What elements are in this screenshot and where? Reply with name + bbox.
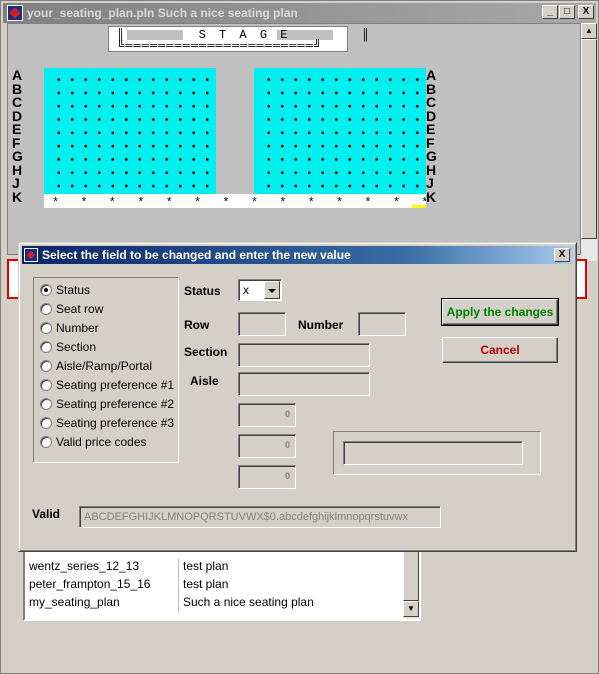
price-codes-group (333, 431, 541, 475)
dialog-titlebar[interactable]: Select the field to be changed and enter… (22, 246, 573, 264)
pref-3-field[interactable]: 0 (238, 465, 296, 489)
seat-block-left[interactable] (44, 68, 216, 194)
radio-icon[interactable] (40, 379, 52, 391)
number-field[interactable] (358, 312, 406, 336)
close-button[interactable]: X (578, 5, 594, 19)
radio-number[interactable]: Number (40, 320, 99, 336)
radio-icon[interactable] (40, 436, 52, 448)
row-label: Row (184, 318, 210, 332)
cancel-button[interactable]: Cancel (442, 337, 558, 363)
section-label: Section (184, 345, 228, 359)
radio-section[interactable]: Section (40, 339, 96, 355)
list-item[interactable]: peter_frampton_15_16 test plan (29, 577, 228, 595)
radio-price-codes[interactable]: Valid price codes (40, 434, 147, 450)
row-k-seats[interactable]: * * * * * * * * * * * * * * * * * * * * (44, 194, 426, 208)
pref-2-field[interactable]: 0 (238, 434, 296, 458)
price-codes-field[interactable] (343, 441, 523, 465)
radio-icon[interactable] (40, 322, 52, 334)
valid-codes-field[interactable]: ABCDEFGHIJKLMNOPQRSTUVWX$0.abcdefghijklm… (79, 506, 441, 528)
list-scroll-down-button[interactable]: ▼ (403, 601, 419, 617)
valid-label: Valid (32, 507, 61, 521)
dialog-app-icon (24, 248, 38, 262)
selected-seat-marker (412, 205, 426, 208)
stage: ║ S T A G E ║ ╚═══════════════════════╝ (108, 26, 369, 53)
scroll-up-button[interactable]: ▲ (581, 23, 597, 39)
chevron-down-icon[interactable] (264, 281, 280, 299)
maximize-button[interactable]: □ (559, 5, 575, 19)
list-item[interactable]: wentz_series_12_13 test plan (29, 559, 228, 577)
radio-icon[interactable] (40, 303, 52, 315)
radio-selected-icon[interactable] (40, 284, 52, 296)
app-icon (7, 5, 23, 21)
row-labels-left: ABCDEFGHJK (12, 67, 23, 205)
radio-icon[interactable] (40, 398, 52, 410)
minimize-button[interactable]: _ (542, 5, 558, 19)
plan-list[interactable]: wentz_series_12_13 test plan peter_frampt… (23, 541, 421, 621)
apply-changes-button[interactable]: Apply the changes (441, 298, 559, 326)
seat-block-right[interactable] (254, 68, 426, 194)
radio-status[interactable]: Status (40, 282, 90, 298)
list-scroll-thumb[interactable] (403, 547, 419, 601)
list-scrollbar[interactable]: ▼ (403, 543, 419, 619)
aisle-label: Aisle (190, 374, 219, 388)
number-label: Number (298, 318, 344, 332)
radio-pref-1[interactable]: Seating preference #1 (40, 377, 174, 393)
pref-1-field[interactable]: 0 (238, 403, 296, 427)
aisle-field[interactable] (238, 372, 370, 396)
dialog-title: Select the field to be changed and enter… (42, 248, 351, 262)
row-field[interactable] (238, 312, 286, 336)
seating-canvas[interactable]: ║ S T A G E ║ ╚═══════════════════════╝ … (7, 23, 581, 255)
field-radio-group: Status Seat row Number Section Aisle/Ram… (33, 277, 179, 463)
radio-aisle[interactable]: Aisle/Ramp/Portal (40, 358, 152, 374)
main-titlebar[interactable]: your_seating_plan.pln Such a nice seatin… (3, 3, 596, 23)
window-title: your_seating_plan.pln Such a nice seatin… (27, 6, 298, 20)
edit-field-dialog: Select the field to be changed and enter… (18, 242, 577, 552)
row-labels-right: ABCDEFGHJK (426, 67, 437, 205)
scroll-thumb[interactable] (581, 39, 597, 239)
stage-border: ╚═══════════════════════╝ (117, 39, 323, 53)
section-field[interactable] (238, 343, 370, 367)
list-item[interactable]: my_seating_plan Such a nice seating plan (29, 595, 314, 613)
radio-seat-row[interactable]: Seat row (40, 301, 103, 317)
main-vertical-scrollbar[interactable]: ▲ (581, 23, 597, 261)
dialog-close-button[interactable]: X (554, 248, 570, 262)
radio-icon[interactable] (40, 417, 52, 429)
status-label: Status (184, 284, 221, 298)
radio-icon[interactable] (40, 360, 52, 372)
radio-pref-3[interactable]: Seating preference #3 (40, 415, 174, 431)
status-select[interactable]: x (238, 279, 282, 301)
radio-pref-2[interactable]: Seating preference #2 (40, 396, 174, 412)
radio-icon[interactable] (40, 341, 52, 353)
